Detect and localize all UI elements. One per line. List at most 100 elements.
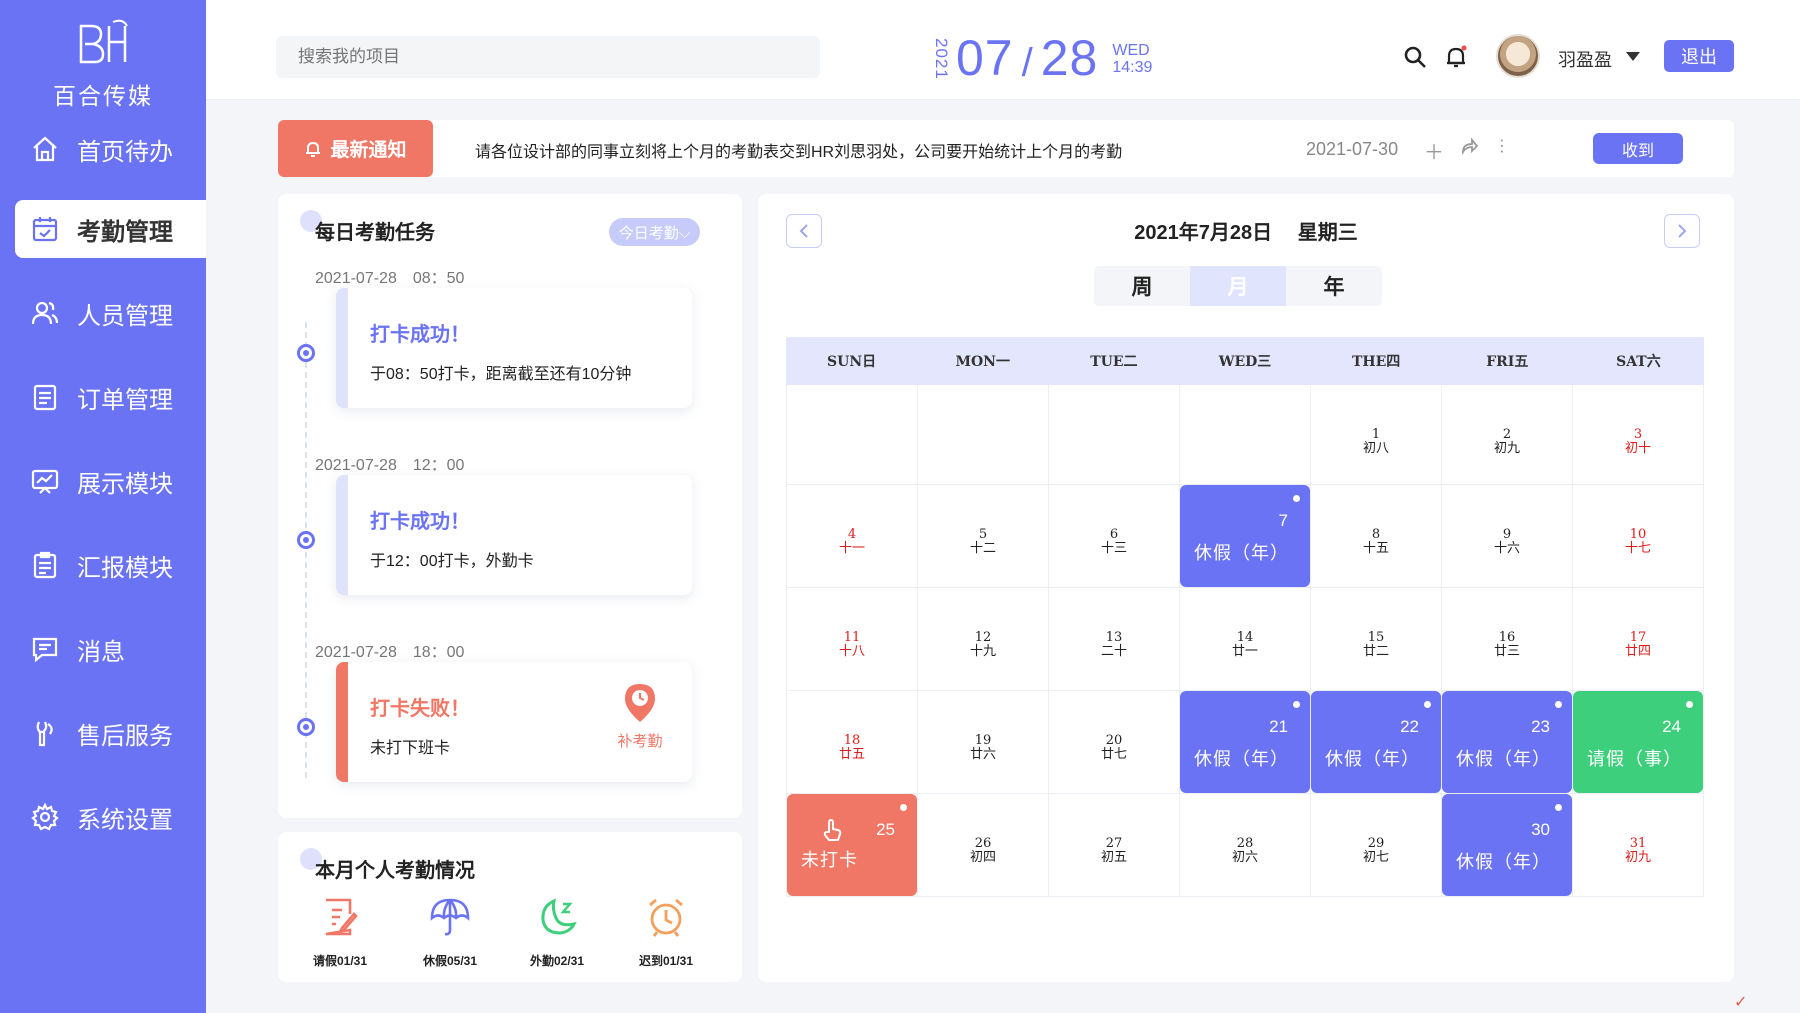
stat-field[interactable]: 外勤02/31 <box>517 896 597 969</box>
makeup-attendance-button[interactable]: 补考勤 <box>610 682 670 751</box>
calendar-day-cell[interactable]: 13 二十 <box>1049 588 1180 690</box>
tab-month[interactable]: 月 <box>1190 266 1286 306</box>
calendar-day-cell[interactable]: 15 廿二 <box>1311 588 1442 690</box>
chevron-down-icon[interactable] <box>1626 52 1640 61</box>
sidebar-item-label: 订单管理 <box>77 386 173 414</box>
logout-button[interactable]: 退出 <box>1664 40 1734 72</box>
search-input[interactable] <box>276 36 820 78</box>
calendar-day-cell[interactable]: 16 廿三 <box>1442 588 1573 690</box>
event-label: 休假（年） <box>1456 852 1551 872</box>
day-number: 9 <box>1502 527 1512 542</box>
calendar-day-cell[interactable]: 14 廿一 <box>1180 588 1311 690</box>
task-card-item[interactable]: 打卡成功！ 于12：00打卡，外勤卡 <box>336 475 692 595</box>
calendar-day-event[interactable]: 23 休假（年） <box>1442 691 1573 793</box>
calendar-day-cell[interactable]: 17 廿四 <box>1573 588 1704 690</box>
calendar-day-cell[interactable]: 8 十五 <box>1311 485 1442 587</box>
lunar-date: 十六 <box>1493 541 1520 556</box>
notice-text: 请各位设计部的同事立刻将上个月的考勤表交到HR刘思羽处，公司要开始统计上个月的考… <box>475 144 1123 161</box>
avatar[interactable] <box>1496 34 1540 78</box>
calendar-event-leave[interactable]: 21 休假（年） <box>1180 691 1310 793</box>
search-icon[interactable] <box>1402 44 1428 70</box>
calendar-day-cell[interactable]: 2 初九 <box>1442 385 1573 484</box>
calendar-day-cell[interactable]: 10 十七 <box>1573 485 1704 587</box>
calendar-day-cell[interactable]: 6 十三 <box>1049 485 1180 587</box>
calendar-day-cell[interactable]: 12 十九 <box>918 588 1049 690</box>
stat-vacation[interactable]: 休假05/31 <box>410 896 490 969</box>
calendar-day-cell[interactable]: 9 十六 <box>1442 485 1573 587</box>
calendar-day-cell[interactable]: 3 初十 <box>1573 385 1704 484</box>
latest-notice-button[interactable]: 最新通知 <box>278 120 433 177</box>
calendar-day-cell[interactable]: 29 初七 <box>1311 794 1442 896</box>
calendar-title-date: 2021年7月28日 <box>1134 222 1273 244</box>
calendar-event-personal[interactable]: 24 请假（事） <box>1573 691 1703 793</box>
lunar-date: 初四 <box>969 850 996 865</box>
calendar-next-button[interactable] <box>1664 214 1700 248</box>
calendar-title-weekday: 星期三 <box>1297 222 1358 244</box>
sidebar-item-home[interactable]: 首页待办 <box>15 120 206 178</box>
calendar-event-leave[interactable]: 23 休假（年） <box>1442 691 1572 793</box>
task-card-item[interactable]: 打卡失败！ 未打下班卡 补考勤 <box>336 662 692 782</box>
stat-leave[interactable]: 请假01/31 <box>300 896 380 969</box>
sidebar-item-attendance[interactable]: 考勤管理 <box>15 200 206 258</box>
service-icon <box>29 717 61 749</box>
calendar-day-cell[interactable]: 19 廿六 <box>918 691 1049 793</box>
stat-late[interactable]: 迟到01/31 <box>626 896 706 969</box>
calendar-day-cell[interactable]: 28 初六 <box>1180 794 1311 896</box>
sidebar-item-settings[interactable]: 系统设置 <box>15 788 206 846</box>
calendar-event-leave[interactable]: 30 休假（年） <box>1442 794 1572 896</box>
lunar-date: 十二 <box>969 541 996 556</box>
notice-date: 2021-07-30 <box>1306 139 1399 159</box>
calendar-event-miss[interactable]: 25 未打卡 <box>787 794 917 896</box>
lunar-date: 十九 <box>969 644 996 659</box>
event-label: 休假（年） <box>1325 749 1420 769</box>
calendar-day-event[interactable]: 25 未打卡 <box>786 794 918 896</box>
sidebar-item-service[interactable]: 售后服务 <box>15 704 206 762</box>
day-number: 30 <box>1531 820 1550 839</box>
calendar-day-cell[interactable]: 5 十二 <box>918 485 1049 587</box>
tab-week[interactable]: 周 <box>1094 266 1190 306</box>
event-dot <box>1555 804 1562 811</box>
more-icon[interactable]: ⋮ <box>1494 136 1510 165</box>
calendar-event-leave[interactable]: 22 休假（年） <box>1311 691 1441 793</box>
calendar-day-event[interactable]: 22 休假（年） <box>1311 691 1442 793</box>
event-label: 请假（事） <box>1587 749 1682 769</box>
calendar-day-event[interactable]: 21 休假（年） <box>1180 691 1311 793</box>
receive-button[interactable]: 收到 <box>1593 133 1683 164</box>
calendar-day-cell[interactable]: 18 廿五 <box>786 691 918 793</box>
day-number: 24 <box>1662 717 1681 736</box>
user-name[interactable]: 羽盈盈 <box>1558 46 1612 72</box>
sidebar-item-report[interactable]: 汇报模块 <box>15 536 206 594</box>
calendar-day-cell[interactable]: 1 初八 <box>1311 385 1442 484</box>
task-card-item[interactable]: 打卡成功！ 于08：50打卡，距离截至还有10分钟 <box>336 288 692 408</box>
calendar-weekday-header: SUN日 MON一 TUE二 WED三 THE四 FRI五 SAT六 <box>786 337 1704 385</box>
calendar-day-cell[interactable]: 27 初五 <box>1049 794 1180 896</box>
share-icon[interactable] <box>1460 136 1478 156</box>
tab-year[interactable]: 年 <box>1286 266 1382 306</box>
calendar-day-cell[interactable]: 20 廿七 <box>1049 691 1180 793</box>
lunar-date: 初五 <box>1100 850 1127 865</box>
sidebar-item-orders[interactable]: 订单管理 <box>15 368 206 426</box>
calendar-week-row: 1 初八 2 初九 3 初十 <box>786 385 1704 485</box>
today-attendance-filter[interactable]: 今日考勤⌵ <box>609 218 700 246</box>
calendar-day-cell[interactable]: 4 十一 <box>786 485 918 587</box>
calendar-day-cell[interactable]: 11 十八 <box>786 588 918 690</box>
day-number: 1 <box>1371 427 1381 442</box>
calendar-body: 1 初八 2 初九 3 初十 4 十一 5 十二 6 十三 7 休假（年） 8 十五 9 十六 10 十七 11 十八 12… <box>786 385 1704 897</box>
calendar-day-cell[interactable]: 26 初四 <box>918 794 1049 896</box>
calendar-day-event[interactable]: 24 请假（事） <box>1573 691 1704 793</box>
calendar-event-leave[interactable]: 7 休假（年） <box>1180 485 1310 587</box>
bell-icon[interactable] <box>1443 44 1469 70</box>
plus-icon[interactable]: ＋ <box>1424 136 1444 165</box>
sidebar-item-staff[interactable]: 人员管理 <box>15 284 206 342</box>
sidebar-item-display[interactable]: 展示模块 <box>15 452 206 510</box>
sidebar-item-label: 系统设置 <box>77 806 173 834</box>
calendar-day-cell[interactable]: 31 初九 <box>1573 794 1704 896</box>
calendar-day-event[interactable]: 30 休假（年） <box>1442 794 1573 896</box>
calendar-day-event[interactable]: 7 休假（年） <box>1180 485 1311 587</box>
report-icon <box>29 549 61 581</box>
calendar-empty-cell <box>1180 385 1311 484</box>
day-number: 29 <box>1367 836 1385 851</box>
timeline-dot <box>297 531 315 549</box>
sidebar-item-label: 首页待办 <box>77 138 173 166</box>
sidebar-item-messages[interactable]: 消息 <box>15 620 206 678</box>
